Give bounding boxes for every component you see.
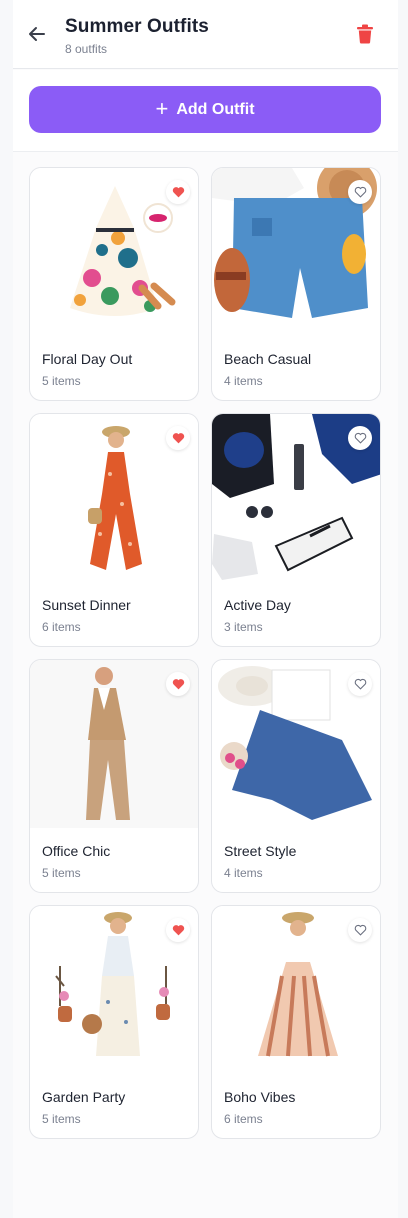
favorite-toggle[interactable] <box>166 672 190 696</box>
arrow-left-icon <box>29 27 45 41</box>
item-count: 5 items <box>42 1112 81 1126</box>
outfit-card[interactable]: Active Day 3 items <box>211 413 381 647</box>
outfit-card[interactable]: Beach Casual 4 items <box>211 167 381 401</box>
outfit-name: Active Day <box>224 597 291 613</box>
header: Summer Outfits 8 outfits <box>13 0 398 69</box>
add-outfit-button[interactable]: + Add Outfit <box>29 86 381 133</box>
favorite-toggle[interactable] <box>348 426 372 450</box>
heart-outline-icon <box>354 924 366 936</box>
outfit-name: Sunset Dinner <box>42 597 131 613</box>
heart-outline-icon <box>354 432 366 444</box>
outfit-name: Beach Casual <box>224 351 312 367</box>
outfit-name: Floral Day Out <box>42 351 133 367</box>
heart-outline-icon <box>354 678 366 690</box>
favorite-toggle[interactable] <box>166 918 190 942</box>
outfit-card[interactable]: Floral Day Out 5 items <box>29 167 199 401</box>
item-count: 5 items <box>42 866 81 880</box>
favorite-toggle[interactable] <box>166 180 190 204</box>
item-count: 5 items <box>42 374 81 388</box>
outfit-name: Garden Party <box>42 1089 126 1105</box>
item-count: 4 items <box>224 866 263 880</box>
item-count: 6 items <box>42 620 81 634</box>
favorite-toggle[interactable] <box>348 672 372 696</box>
heart-filled-icon <box>172 925 184 936</box>
outfit-card[interactable]: Office Chic 5 items <box>29 659 199 893</box>
item-count: 3 items <box>224 620 263 634</box>
favorite-toggle[interactable] <box>348 918 372 942</box>
add-outfit-bar: + Add Outfit <box>13 70 398 152</box>
item-count: 6 items <box>224 1112 263 1126</box>
outfit-card[interactable]: Boho Vibes 6 items <box>211 905 381 1139</box>
back-button[interactable] <box>25 22 49 46</box>
heart-filled-icon <box>172 679 184 690</box>
outfit-card[interactable]: Sunset Dinner 6 items <box>29 413 199 647</box>
outfit-card[interactable]: Garden Party 5 items <box>29 905 199 1139</box>
favorite-toggle[interactable] <box>166 426 190 450</box>
page-title: Summer Outfits <box>65 16 209 37</box>
delete-button[interactable] <box>353 22 377 46</box>
app-container: Summer Outfits 8 outfits + Add Outfit Fl… <box>13 0 398 1218</box>
heart-filled-icon <box>172 433 184 444</box>
favorite-toggle[interactable] <box>348 180 372 204</box>
heart-outline-icon <box>354 186 366 198</box>
item-count: 4 items <box>224 374 263 388</box>
outfit-name: Office Chic <box>42 843 111 859</box>
outfit-count: 8 outfits <box>65 42 108 56</box>
heart-filled-icon <box>172 187 184 198</box>
outfit-name: Boho Vibes <box>224 1089 296 1105</box>
trash-icon <box>357 24 373 44</box>
outfit-card[interactable]: Street Style 4 items <box>211 659 381 893</box>
add-outfit-label: Add Outfit <box>176 100 255 118</box>
outfit-name: Street Style <box>224 843 297 859</box>
plus-icon: + <box>155 95 169 121</box>
